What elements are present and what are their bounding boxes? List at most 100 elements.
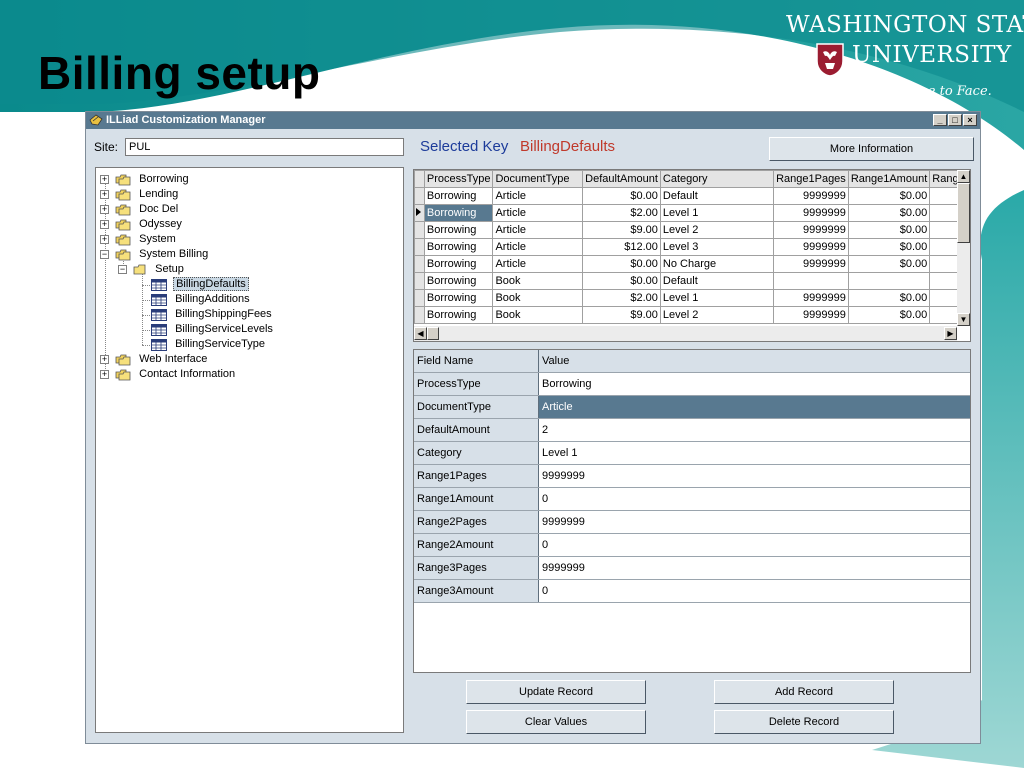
table-cell[interactable]: Borrowing [423,306,494,324]
table-cell[interactable]: $0.00 [847,238,931,256]
tree-item-web-interface[interactable]: + Web Interface [100,352,209,367]
table-cell[interactable]: 9999999 [773,187,849,205]
tree-item-borrowing[interactable]: + Borrowing [100,172,191,187]
table-cell[interactable]: Level 2 [659,221,775,239]
table-cell[interactable]: $0.00 [847,204,931,222]
add-record-button[interactable]: Add Record [714,680,894,704]
tree-item-billing-service-levels[interactable]: BillingServiceLevels [151,322,275,337]
tree-item-contact-information[interactable]: + Contact Information [100,367,237,382]
clear-values-button[interactable]: Clear Values [466,710,646,734]
table-cell[interactable]: Book [492,306,584,324]
tree-item-billing-service-type[interactable]: BillingServiceType [151,337,267,352]
field-value-input[interactable]: 9999999 [538,510,970,534]
field-row[interactable]: Range1Pages 9999999 [414,464,970,488]
table-cell[interactable] [847,272,931,290]
table-cell[interactable]: $0.00 [582,272,661,290]
row-selector[interactable] [414,255,425,273]
expand-icon[interactable]: + [100,370,109,379]
field-row[interactable]: Range3Pages 9999999 [414,556,970,580]
table-cell[interactable]: Default [659,187,775,205]
table-row[interactable]: Borrowing Article $9.00 Level 2 9999999 … [414,221,970,239]
column-header[interactable]: ProcessType [423,170,494,188]
field-value-input[interactable]: Borrowing [538,372,970,396]
table-cell[interactable]: Article [492,221,584,239]
table-cell[interactable]: Level 2 [659,306,775,324]
table-cell[interactable]: No Charge [659,255,775,273]
expand-icon[interactable]: + [100,355,109,364]
field-row[interactable]: Category Level 1 [414,441,970,465]
grid-horizontal-scrollbar[interactable]: ◀ ▶ [414,326,957,341]
column-header[interactable]: DocumentType [492,170,584,188]
table-cell[interactable]: Default [659,272,775,290]
expand-icon[interactable]: + [100,175,109,184]
tree-item-odyssey[interactable]: + Odyssey [100,217,184,232]
tree-item-system[interactable]: + System [100,232,178,247]
table-cell[interactable]: Article [492,187,584,205]
table-cell[interactable]: Borrowing [423,204,494,222]
collapse-icon[interactable]: − [118,265,127,274]
field-row[interactable]: ProcessType Borrowing [414,372,970,396]
maximize-button[interactable]: □ [948,114,962,126]
row-selector[interactable] [414,272,425,290]
table-cell[interactable]: Book [492,289,584,307]
scroll-left-icon[interactable]: ◀ [414,327,427,340]
field-row[interactable]: Range1Amount 0 [414,487,970,511]
table-cell[interactable]: $9.00 [582,221,661,239]
table-row[interactable]: Borrowing Book $9.00 Level 2 9999999 $0.… [414,306,970,324]
table-cell[interactable]: $0.00 [582,187,661,205]
field-value-input[interactable]: 9999999 [538,556,970,580]
table-cell[interactable]: 9999999 [773,204,849,222]
field-value-input[interactable]: 0 [538,533,970,557]
expand-icon[interactable]: + [100,235,109,244]
scroll-down-icon[interactable]: ▼ [957,313,970,326]
update-record-button[interactable]: Update Record [466,680,646,704]
row-selector[interactable] [414,238,425,256]
table-cell[interactable]: Article [492,255,584,273]
tree-item-setup[interactable]: − Setup [118,262,186,277]
scroll-up-icon[interactable]: ▲ [957,170,970,183]
table-cell[interactable]: Borrowing [423,221,494,239]
field-row[interactable]: Range3Amount 0 [414,579,970,603]
table-cell[interactable]: $0.00 [847,306,931,324]
table-cell[interactable]: Borrowing [423,272,494,290]
table-cell[interactable]: $2.00 [582,204,661,222]
table-row[interactable]: Borrowing Book $0.00 Default [414,272,970,290]
column-header[interactable]: Range1Pages [773,170,849,188]
tree-item-billing-shipping-fees[interactable]: BillingShippingFees [151,307,274,322]
column-header[interactable]: Range1Amount [847,170,931,188]
minimize-button[interactable]: _ [933,114,947,126]
scroll-thumb[interactable] [957,183,970,243]
table-cell[interactable]: $0.00 [847,255,931,273]
current-row-indicator[interactable] [414,204,425,222]
row-selector[interactable] [414,289,425,307]
table-cell[interactable]: Level 3 [659,238,775,256]
row-selector[interactable] [414,306,425,324]
scroll-right-icon[interactable]: ▶ [944,327,957,340]
field-value-input[interactable]: Article [538,395,970,419]
table-cell[interactable]: Book [492,272,584,290]
tree-item-billing-defaults[interactable]: BillingDefaults [151,277,249,292]
expand-icon[interactable]: + [100,205,109,214]
table-cell[interactable]: 9999999 [773,306,849,324]
table-cell[interactable]: $0.00 [582,255,661,273]
table-cell[interactable]: 9999999 [773,289,849,307]
field-value-input[interactable]: 0 [538,579,970,603]
collapse-icon[interactable]: − [100,250,109,259]
table-cell[interactable]: Level 1 [659,289,775,307]
close-button[interactable]: × [963,114,977,126]
table-cell[interactable]: $2.00 [582,289,661,307]
field-value-input[interactable]: Level 1 [538,441,970,465]
expand-icon[interactable]: + [100,220,109,229]
window-titlebar[interactable]: ILLiad Customization Manager _ □ × [86,112,980,129]
table-row[interactable]: Borrowing Book $2.00 Level 1 9999999 $0.… [414,289,970,307]
field-row[interactable]: Range2Amount 0 [414,533,970,557]
field-row[interactable]: Range2Pages 9999999 [414,510,970,534]
table-cell[interactable]: 9999999 [773,221,849,239]
column-header[interactable]: DefaultAmount [582,170,661,188]
table-cell[interactable]: 9999999 [773,238,849,256]
table-row[interactable]: Borrowing Article $0.00 No Charge 999999… [414,255,970,273]
table-row[interactable]: Borrowing Article $12.00 Level 3 9999999… [414,238,970,256]
table-cell[interactable]: $0.00 [847,289,931,307]
site-input[interactable]: PUL [125,138,404,156]
more-information-button[interactable]: More Information [769,137,974,161]
